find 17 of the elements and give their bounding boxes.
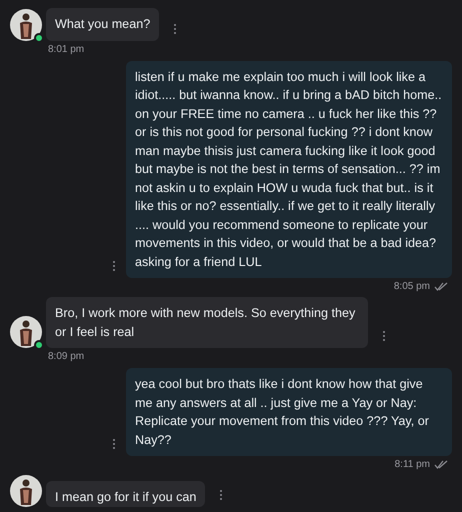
message-time: 8:09 pm <box>48 350 86 364</box>
message-time: 8:05 pm <box>394 280 430 294</box>
more-options-icon[interactable] <box>112 260 116 272</box>
more-options-icon[interactable] <box>112 438 116 450</box>
sent-message: yea cool but bro thats like i dont know how that give me any answers at all .. just give me a Yay or Nay: Replicate your movement from this video ??? Yay, or Nay?? <box>126 368 452 456</box>
received-message: I mean go for it if you can <box>46 480 206 507</box>
more-options-icon[interactable] <box>173 22 178 34</box>
avatar[interactable] <box>10 475 42 507</box>
more-options-icon[interactable] <box>219 489 224 501</box>
received-message: What you mean? <box>46 8 160 40</box>
message-time: 8:01 pm <box>48 42 86 56</box>
sent-message: listen if u make me explain too much i will look like a idiot..... but iwanna know.. if u bring a bAD bitch home.. on your FREE time no camera .. u fuck her like this ?? or is this not good for personal fucking ?? i dont know man maybe thisis just camera fucking like it look good but maybe is not the best in terms of sensation... ?? im not askin u to explain HOW u wuda fuck that but.. is it like this or no? essentially.. if we get to it really literally .... would you recommend someone to replicate your movements in this video, or would that be a bad idea? asking for a friend LUL <box>126 60 452 278</box>
avatar[interactable] <box>10 316 42 348</box>
received-message: Bro, I work more with new models. So everything they or I feel is real <box>46 297 368 348</box>
avatar[interactable] <box>10 8 42 40</box>
message-time: 8:11 pm <box>394 458 430 472</box>
more-options-icon[interactable] <box>382 330 386 342</box>
